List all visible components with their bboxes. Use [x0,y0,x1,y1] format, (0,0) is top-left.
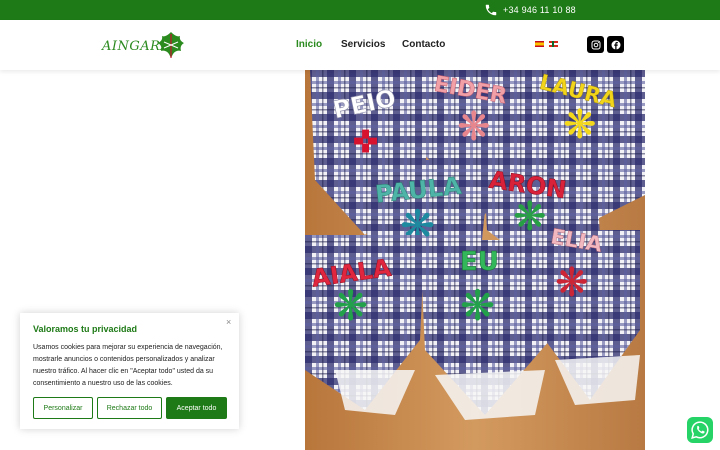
eguzkilore-icon: ❋ [513,195,547,239]
cookie-text: Usamos cookies para mejorar su experienc… [33,344,223,387]
eguzkilore-icon: ❋ [460,282,495,329]
oak-leaf-icon [158,32,184,58]
eguzkilore-icon: ❋ [555,261,589,305]
reject-all-button[interactable]: Rechazar todo [97,397,162,419]
whatsapp-icon [691,421,709,439]
nav-contacto[interactable]: Contacto [402,39,445,50]
eguzkilore-icon: ❋ [563,103,597,147]
cookie-title: Valoramos tu privacidad [33,324,138,334]
accept-all-button[interactable]: Aceptar todo [166,397,227,419]
facebook-button[interactable] [607,36,624,53]
nav-inicio[interactable]: Inicio [296,39,322,50]
hero-image: PEIO ✜ EIDER ❋ LAURA ❋ PAULA ❋ ARON ❋ AI… [305,70,645,450]
facebook-icon [611,40,620,49]
top-bar: +34 946 11 10 88 [0,0,720,20]
lauburu-icon: ✜ [353,126,378,159]
instagram-button[interactable] [587,36,604,53]
eguzkilore-icon: ❋ [333,282,368,329]
cookie-consent-banner: Valoramos tu privacidad × Usamos cookies… [20,313,239,429]
phone-number[interactable]: +34 946 11 10 88 [503,5,576,15]
eguzkilore-icon: ❋ [457,105,491,149]
phone-icon [485,4,497,16]
scarf-name: EU [460,247,499,277]
nav-servicios[interactable]: Servicios [341,39,385,50]
logo[interactable]: AINGARA [102,30,186,60]
instagram-icon [591,40,600,49]
customize-button[interactable]: Personalizar [33,397,93,419]
eu-flag-icon[interactable] [549,41,558,47]
whatsapp-button[interactable] [687,417,713,443]
phone-link[interactable]: +34 946 11 10 88 [484,2,576,18]
es-flag-icon[interactable] [535,41,544,47]
site-header: AINGARA Inicio Servicios Contacto [0,20,720,70]
close-icon[interactable]: × [226,317,231,327]
